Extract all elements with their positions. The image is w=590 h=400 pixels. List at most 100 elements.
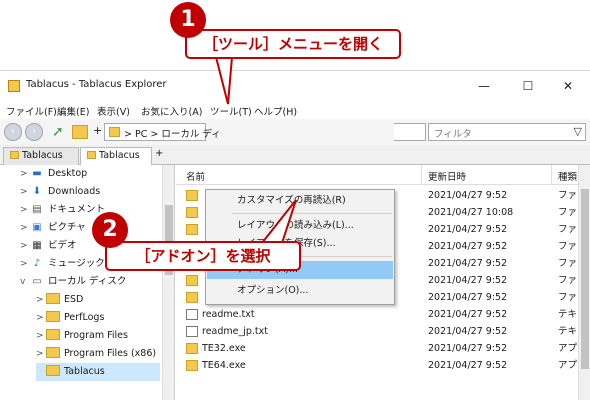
app-icon xyxy=(8,80,20,92)
expand-arrow-icon[interactable]: > xyxy=(20,165,30,183)
column-date-header[interactable]: 更新日時 xyxy=(428,169,466,183)
file-row[interactable]: readme_jp.txt 2021/04/27 9:52 テキスト xyxy=(176,323,590,340)
text-file-icon xyxy=(186,309,198,320)
filter-input[interactable]: フィルタ ▽ xyxy=(428,123,586,141)
folder-icon xyxy=(186,224,198,235)
column-name-header[interactable]: 名前 xyxy=(186,169,205,183)
file-name: readme.txt xyxy=(202,309,255,320)
expand-arrow-icon[interactable]: > xyxy=(20,219,30,237)
tree-scrollbar[interactable] xyxy=(162,165,174,400)
back-arrow-icon[interactable]: ‹ xyxy=(4,123,22,141)
folder-icon xyxy=(46,311,60,322)
step-2-badge: 2 xyxy=(92,212,128,248)
file-row[interactable]: TE64.exe 2021/04/27 9:52 アプリケ xyxy=(176,357,590,374)
expand-arrow-icon[interactable]: > xyxy=(20,183,30,201)
file-name: TE32.exe xyxy=(202,343,246,354)
tab-label: Tablacus xyxy=(99,150,140,161)
text-file-icon xyxy=(186,326,198,337)
file-date: 2021/04/27 9:52 xyxy=(428,224,508,235)
expand-arrow-icon[interactable]: > xyxy=(20,237,30,255)
expand-arrow-icon[interactable]: > xyxy=(36,327,46,345)
file-row[interactable]: TE32.exe 2021/04/27 9:52 アプリケ xyxy=(176,340,590,357)
expand-arrow-icon[interactable]: > xyxy=(36,345,46,363)
address-bar-end[interactable] xyxy=(394,123,426,141)
new-tab-plus[interactable]: + xyxy=(93,124,102,137)
menu-file[interactable]: ファイル(F) xyxy=(6,104,57,118)
forward-arrow-icon[interactable]: › xyxy=(25,123,43,141)
list-scrollbar[interactable] xyxy=(578,165,590,400)
step-1-callout: ［ツール］メニューを開く xyxy=(185,29,401,59)
tree-item-videos[interactable]: > ▦ ビデオ xyxy=(20,237,77,255)
address-folder-icon xyxy=(109,127,120,137)
column-divider[interactable] xyxy=(421,165,422,185)
list-scrollbar-thumb[interactable] xyxy=(581,189,589,369)
tree-item-label: ビデオ xyxy=(48,240,77,251)
file-date: 2021/04/27 9:52 xyxy=(428,275,508,286)
explorer-window: Tablacus - Tablacus Explorer — ☐ ✕ ファイル(… xyxy=(0,70,590,400)
tree-item-local-disk[interactable]: v ▭ ローカル ディスク xyxy=(20,273,126,291)
file-date: 2021/04/27 9:52 xyxy=(428,292,508,303)
folder-icon xyxy=(46,329,60,340)
tree-item-tablacus[interactable]: Tablacus xyxy=(36,363,160,381)
tree-item-program-files[interactable]: > Program Files xyxy=(36,327,128,345)
column-divider[interactable] xyxy=(551,165,552,185)
tab-folder-icon xyxy=(10,151,19,159)
menu-help[interactable]: ヘルプ(H) xyxy=(254,104,297,118)
tree-item-music[interactable]: > ♪ ミュージック xyxy=(20,255,105,273)
title-bar[interactable]: Tablacus - Tablacus Explorer — ☐ ✕ xyxy=(0,71,590,101)
tree-item-label: PerfLogs xyxy=(64,312,105,323)
step-1-badge: 1 xyxy=(170,2,206,38)
exe-file-icon xyxy=(186,343,198,354)
maximize-button[interactable]: ☐ xyxy=(506,71,550,101)
tree-item-documents[interactable]: > ▤ ドキュメント xyxy=(20,201,105,219)
menu-item-load-layout[interactable]: レイアウトの読み込み(L)... xyxy=(207,217,393,235)
expand-arrow-icon[interactable]: > xyxy=(36,309,46,327)
folder-icon xyxy=(186,190,198,201)
file-name: readme_jp.txt xyxy=(202,326,269,337)
address-path: > PC > ローカル ディ xyxy=(124,129,221,140)
tree-item-label: Downloads xyxy=(48,186,101,197)
tab-tablacus-2[interactable]: Tablacus xyxy=(80,147,152,166)
tab-tablacus-1[interactable]: Tablacus xyxy=(3,147,79,165)
expand-arrow-icon[interactable]: > xyxy=(20,201,30,219)
tree-item-downloads[interactable]: > ⬇ Downloads xyxy=(20,183,100,201)
documents-icon: ▤ xyxy=(32,204,42,215)
tree-item-label: Tablacus xyxy=(64,366,105,377)
tree-item-program-files-x86[interactable]: > Program Files (x86) xyxy=(36,345,156,363)
tree-item-pictures[interactable]: > ▣ ピクチャ xyxy=(20,219,86,237)
file-row[interactable]: readme.txt 2021/04/27 9:52 テキスト xyxy=(176,306,590,323)
menu-item-options[interactable]: オプション(O)... xyxy=(207,282,393,300)
tab-bar: Tablacus Tablacus + xyxy=(0,145,590,166)
menu-view[interactable]: 表示(V) xyxy=(97,104,130,118)
tree-item-perflogs[interactable]: > PerfLogs xyxy=(36,309,104,327)
up-arrow-icon[interactable]: ➚ xyxy=(52,125,68,139)
expand-arrow-icon[interactable]: > xyxy=(36,291,46,309)
file-date: 2021/04/27 10:08 xyxy=(428,207,514,218)
tree-item-label: ESD xyxy=(64,294,84,305)
collapse-arrow-icon[interactable]: v xyxy=(20,273,30,291)
pictures-icon: ▣ xyxy=(32,222,42,233)
column-type-header[interactable]: 種類 xyxy=(558,169,577,183)
folder-icon xyxy=(186,207,198,218)
folder-icon xyxy=(186,275,198,286)
funnel-icon: ▽ xyxy=(573,125,582,138)
menu-favorites[interactable]: お気に入り(A) xyxy=(141,104,202,118)
expand-arrow-icon[interactable]: > xyxy=(20,255,30,273)
add-tab-button[interactable]: + xyxy=(155,148,163,159)
menu-item-reload-customize[interactable]: カスタマイズの再読込(R) xyxy=(207,192,393,210)
menu-bar: ファイル(F) 編集(E) 表示(V) お気に入り(A) ツール(T) ヘルプ(… xyxy=(0,101,590,119)
tree-item-esd[interactable]: > ESD xyxy=(36,291,83,309)
tree-item-label: ローカル ディスク xyxy=(48,276,127,287)
folder-tree[interactable]: > ▬ Desktop > ⬇ Downloads > ▤ ドキュメント > ▣ ピクチャ > ▦… xyxy=(0,165,175,400)
menu-separator xyxy=(232,213,392,214)
file-name: TE64.exe xyxy=(202,360,246,371)
tree-item-label: ドキュメント xyxy=(48,204,106,215)
close-button[interactable]: ✕ xyxy=(546,71,590,101)
desktop-icon: ▬ xyxy=(32,168,42,179)
folder-icon[interactable] xyxy=(72,125,88,139)
menu-edit[interactable]: 編集(E) xyxy=(57,104,89,118)
address-bar[interactable]: > PC > ローカル ディ xyxy=(104,123,221,141)
minimize-button[interactable]: — xyxy=(462,71,506,101)
tree-item-desktop[interactable]: > ▬ Desktop xyxy=(20,165,87,183)
menu-tools[interactable]: ツール(T) xyxy=(210,104,252,118)
